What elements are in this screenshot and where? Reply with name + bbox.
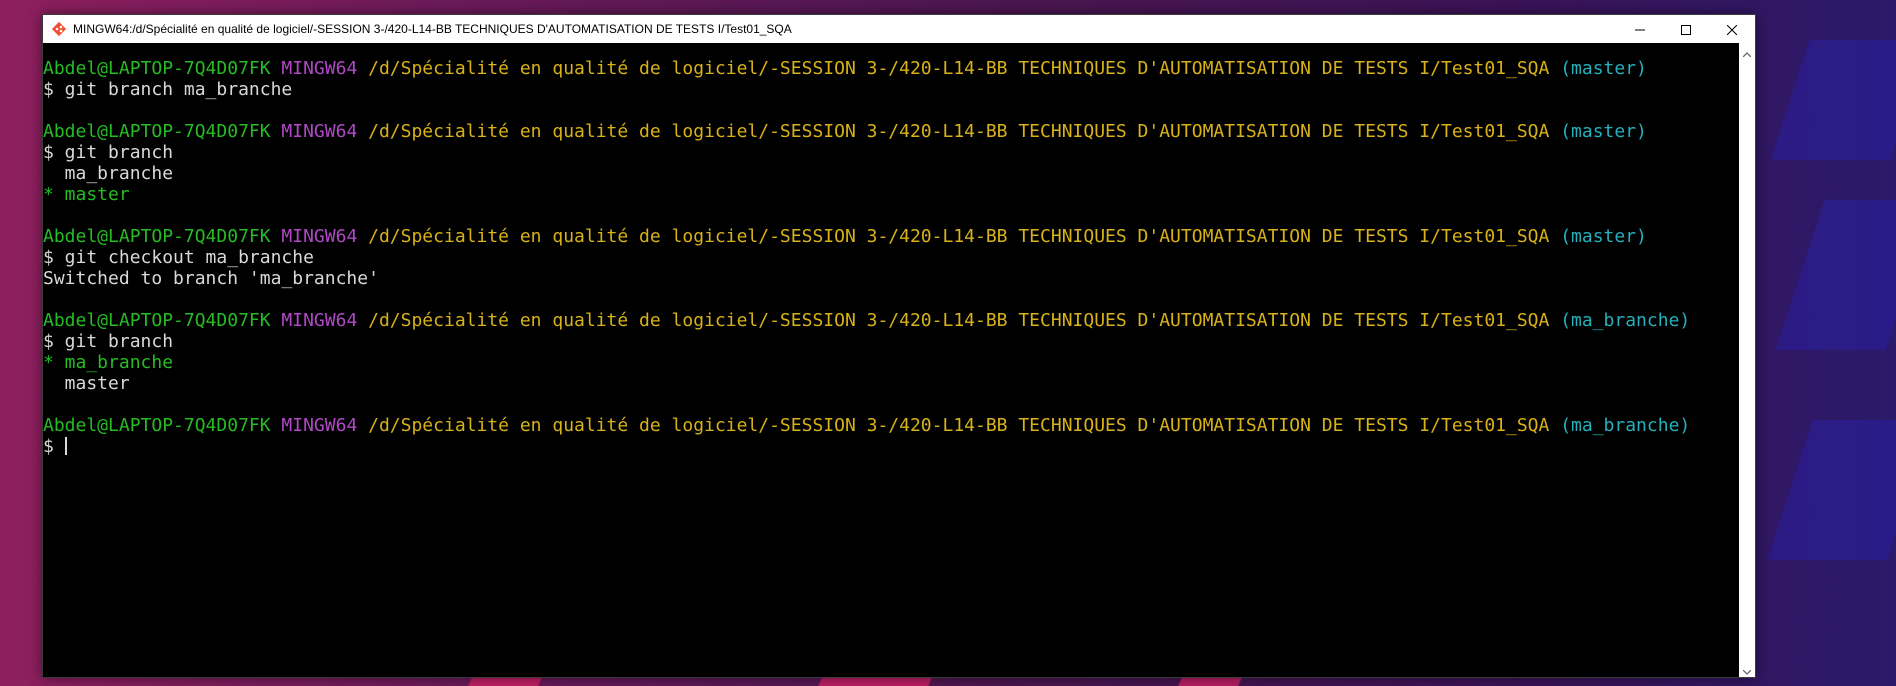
output-line-current-branch: * ma_branche (43, 352, 174, 373)
wallpaper-shape (1767, 420, 1896, 560)
prompt-line: Abdel@LAPTOP-7Q4D07FK MINGW64 /d/Spécial… (43, 58, 1739, 79)
prompt-user: Abdel@LAPTOP-7Q4D07FK (43, 121, 271, 142)
prompt-line: Abdel@LAPTOP-7Q4D07FK MINGW64 /d/Spécial… (43, 310, 1739, 331)
minimize-icon (1635, 20, 1645, 39)
command-line: $ git branch (43, 331, 174, 352)
prompt-line: Abdel@LAPTOP-7Q4D07FK MINGW64 /d/Spécial… (43, 415, 1739, 436)
chevron-up-icon (1742, 42, 1752, 61)
text-cursor (64, 437, 67, 455)
prompt-branch: (master) (1560, 121, 1647, 142)
close-icon (1726, 20, 1738, 39)
command-line: $ git branch ma_branche (43, 79, 293, 100)
prompt-user: Abdel@LAPTOP-7Q4D07FK (43, 58, 271, 79)
maximize-button[interactable] (1663, 15, 1709, 43)
wallpaper-shape (1770, 40, 1896, 160)
prompt-path: /d/Spécialité en qualité de logiciel/-SE… (368, 58, 1550, 79)
prompt-host: MINGW64 (281, 226, 358, 247)
git-bash-icon (51, 21, 67, 37)
prompt-host: MINGW64 (281, 121, 358, 142)
prompt-user: Abdel@LAPTOP-7Q4D07FK (43, 310, 271, 331)
prompt-host: MINGW64 (281, 415, 358, 436)
prompt-path: /d/Spécialité en qualité de logiciel/-SE… (368, 121, 1550, 142)
prompt-user: Abdel@LAPTOP-7Q4D07FK (43, 226, 271, 247)
scroll-up-button[interactable] (1739, 43, 1755, 59)
maximize-icon (1681, 20, 1691, 39)
prompt-branch: (master) (1560, 226, 1647, 247)
chevron-down-icon (1742, 660, 1752, 679)
prompt-path: /d/Spécialité en qualité de logiciel/-SE… (368, 415, 1550, 436)
minimize-button[interactable] (1617, 15, 1663, 43)
wallpaper-shape (1775, 200, 1896, 350)
prompt-host: MINGW64 (281, 58, 358, 79)
output-line: Switched to branch 'ma_branche' (43, 268, 379, 289)
prompt-host: MINGW64 (281, 310, 358, 331)
terminal-window[interactable]: MINGW64:/d/Spécialité en qualité de logi… (42, 14, 1756, 678)
prompt-line: Abdel@LAPTOP-7Q4D07FK MINGW64 /d/Spécial… (43, 226, 1739, 247)
close-button[interactable] (1709, 15, 1755, 43)
window-controls (1617, 15, 1755, 43)
prompt-branch: (master) (1560, 58, 1647, 79)
prompt-path: /d/Spécialité en qualité de logiciel/-SE… (368, 226, 1550, 247)
command-line: $ git branch (43, 142, 174, 163)
output-line: master (43, 373, 130, 394)
prompt-branch: (ma_branche) (1560, 415, 1691, 436)
prompt-user: Abdel@LAPTOP-7Q4D07FK (43, 415, 271, 436)
vertical-scrollbar[interactable] (1739, 43, 1755, 677)
prompt-path: /d/Spécialité en qualité de logiciel/-SE… (368, 310, 1550, 331)
title-bar[interactable]: MINGW64:/d/Spécialité en qualité de logi… (43, 15, 1755, 43)
command-line: $ git checkout ma_branche (43, 247, 314, 268)
scroll-down-button[interactable] (1739, 661, 1755, 677)
prompt-branch: (ma_branche) (1560, 310, 1691, 331)
input-line[interactable]: $ (43, 436, 1739, 457)
prompt-line: Abdel@LAPTOP-7Q4D07FK MINGW64 /d/Spécial… (43, 121, 1739, 142)
output-line: ma_branche (43, 163, 174, 184)
terminal-output[interactable]: Abdel@LAPTOP-7Q4D07FK MINGW64 /d/Spécial… (43, 43, 1739, 677)
command-prompt-symbol: $ (43, 436, 65, 457)
output-line-current-branch: * master (43, 184, 130, 205)
window-title: MINGW64:/d/Spécialité en qualité de logi… (73, 22, 792, 36)
